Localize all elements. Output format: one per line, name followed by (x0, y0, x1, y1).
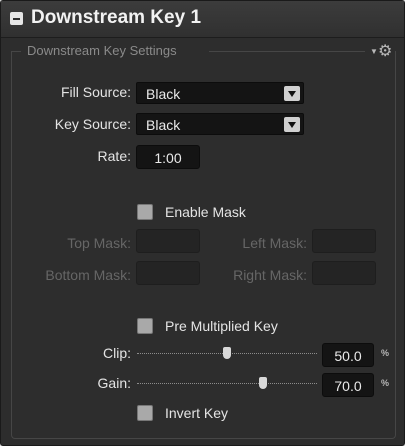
invert-key-checkbox[interactable] (137, 405, 153, 421)
pre-multiplied-key-label: Pre Multiplied Key (165, 318, 278, 334)
key-source-label: Key Source: (54, 116, 131, 132)
top-mask-field[interactable] (136, 229, 200, 253)
fill-source-label: Fill Source: (60, 84, 131, 100)
fill-source-select[interactable]: Black (136, 82, 304, 104)
triangle-down-icon: ▼ (370, 47, 378, 56)
group-border-left (11, 51, 21, 52)
key-source-select[interactable]: Black (136, 113, 304, 135)
gain-value: 70.0 (334, 378, 362, 394)
gain-label: Gain: (97, 375, 131, 391)
clip-unit: % (381, 348, 390, 358)
collapse-icon[interactable] (10, 12, 23, 25)
triangle-down-icon (284, 117, 300, 132)
enable-mask-label: Enable Mask (165, 204, 246, 220)
gain-slider-handle[interactable] (259, 377, 267, 389)
key-source-value: Black (146, 117, 181, 133)
right-mask-field[interactable] (312, 261, 376, 285)
bottom-mask-field[interactable] (136, 261, 200, 285)
group-title: Downstream Key Settings (27, 43, 177, 58)
group-border-right (209, 51, 365, 52)
fill-source-value: Black (146, 86, 181, 102)
clip-slider-handle[interactable] (223, 347, 231, 359)
rate-value: 1:00 (154, 150, 182, 166)
panel-title: Downstream Key 1 (31, 7, 202, 28)
rate-field[interactable]: 1:00 (136, 145, 200, 169)
triangle-down-icon (284, 86, 300, 101)
right-mask-label: Right Mask: (233, 267, 307, 283)
left-mask-field[interactable] (312, 229, 376, 253)
bottom-mask-label: Bottom Mask: (45, 267, 131, 283)
enable-mask-checkbox[interactable] (137, 204, 153, 220)
gain-slider-track[interactable] (137, 383, 317, 384)
clip-label: Clip: (102, 345, 131, 361)
panel-header[interactable]: Downstream Key 1 (1, 1, 404, 38)
gain-value-field[interactable]: 70.0 (322, 373, 374, 397)
invert-key-label: Invert Key (165, 405, 229, 421)
settings-menu-button[interactable]: ▼ ⚙ (370, 43, 396, 60)
rate-label: Rate: (97, 148, 131, 164)
clip-value-field[interactable]: 50.0 (322, 343, 374, 367)
top-mask-label: Top Mask: (67, 235, 131, 251)
clip-value: 50.0 (334, 348, 362, 364)
downstream-key-panel: Downstream Key 1 Downstream Key Settings… (0, 0, 405, 446)
gear-icon: ⚙ (378, 43, 393, 60)
gain-unit: % (381, 378, 390, 388)
pre-multiplied-key-checkbox[interactable] (137, 318, 153, 334)
left-mask-label: Left Mask: (242, 235, 307, 251)
